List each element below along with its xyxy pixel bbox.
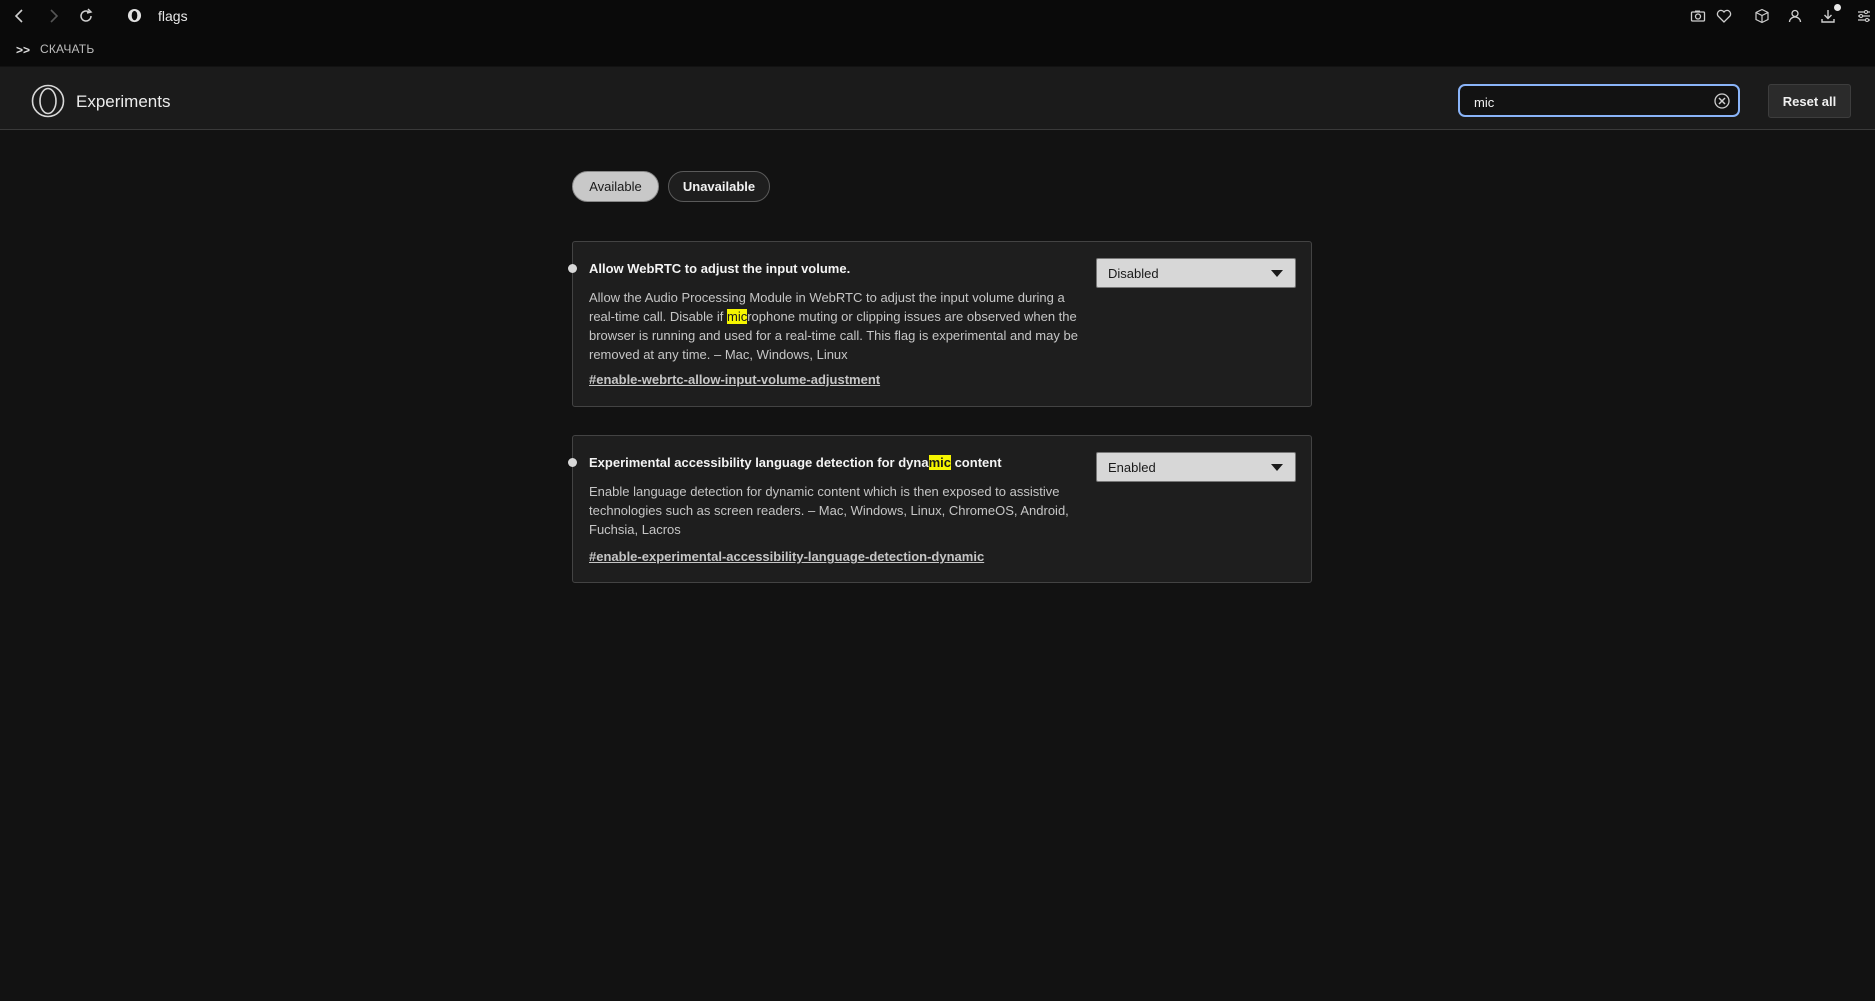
opera-logo-icon — [31, 84, 65, 118]
opera-icon — [127, 8, 142, 23]
reload-icon[interactable] — [75, 5, 97, 27]
profile-icon[interactable] — [1784, 5, 1806, 27]
flag-indicator-dot — [568, 458, 577, 467]
flag-description: Enable language detection for dynamic co… — [589, 484, 1069, 537]
flag-indicator-dot — [568, 264, 577, 273]
camera-icon[interactable] — [1687, 5, 1709, 27]
flag-card: Experimental accessibility language dete… — [568, 435, 1312, 583]
flag-title: Experimental accessibility language dete… — [589, 455, 1002, 470]
reset-all-button[interactable]: Reset all — [1768, 84, 1851, 118]
address-bar[interactable]: flags — [158, 8, 188, 24]
flag-state-value: Disabled — [1108, 266, 1159, 281]
back-icon[interactable] — [9, 5, 31, 27]
tab-available[interactable]: Available — [572, 171, 659, 202]
heart-icon[interactable] — [1713, 5, 1735, 27]
flag-state-value: Enabled — [1108, 460, 1156, 475]
download-badge — [1834, 4, 1841, 11]
flag-state-select[interactable]: Enabled — [1096, 452, 1296, 482]
search-highlight: mic — [928, 455, 951, 470]
bookmarks-overflow-button[interactable]: >> — [16, 43, 30, 57]
tab-unavailable[interactable]: Unavailable — [668, 171, 770, 202]
flag-permalink[interactable]: #enable-webrtc-allow-input-volume-adjust… — [589, 372, 880, 387]
clear-search-icon[interactable] — [1714, 93, 1730, 109]
browser-toolbar — [0, 0, 1875, 32]
search-highlight: mic — [727, 309, 748, 324]
flag-description: Allow the Audio Processing Module in Web… — [589, 290, 1078, 362]
flag-card: Allow WebRTC to adjust the input volume.… — [568, 241, 1312, 407]
cube-icon[interactable] — [1751, 5, 1773, 27]
search-box — [1458, 84, 1740, 117]
search-input[interactable] — [1474, 93, 1704, 111]
flag-permalink[interactable]: #enable-experimental-accessibility-langu… — [589, 549, 984, 564]
forward-icon[interactable] — [42, 5, 64, 27]
flag-title: Allow WebRTC to adjust the input volume. — [589, 261, 851, 276]
dropdown-arrow-icon — [1271, 464, 1283, 471]
bookmarks-bar — [0, 32, 1875, 66]
easy-setup-icon[interactable] — [1853, 5, 1875, 27]
dropdown-arrow-icon — [1271, 270, 1283, 277]
bookmark-item[interactable]: СКАЧАТЬ — [40, 42, 94, 56]
flag-state-select[interactable]: Disabled — [1096, 258, 1296, 288]
page-title: Experiments — [76, 92, 171, 111]
